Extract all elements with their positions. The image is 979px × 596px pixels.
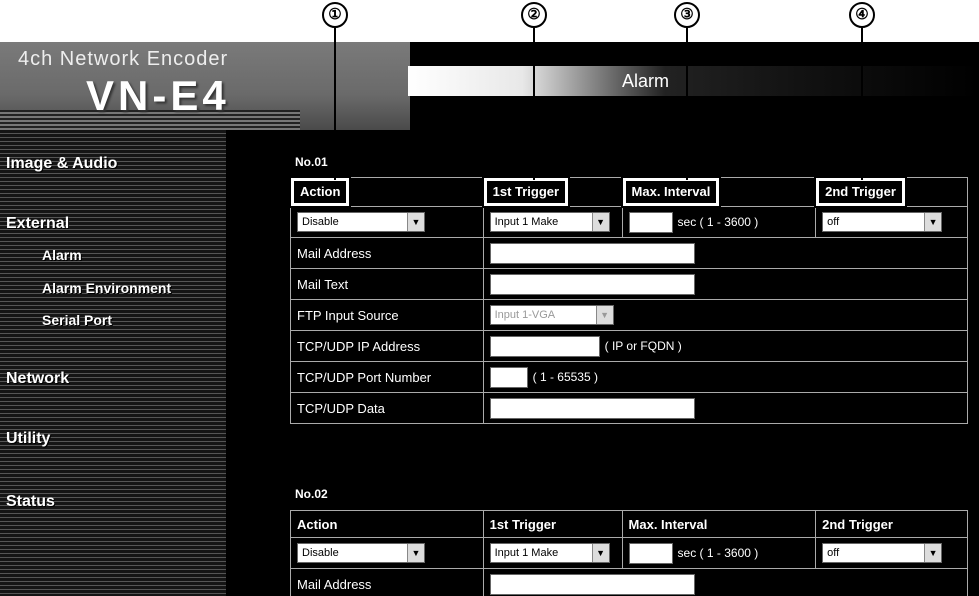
page-title: Alarm bbox=[622, 71, 670, 91]
nav-alarm-environment[interactable]: Alarm Environment bbox=[38, 279, 176, 297]
nav-status[interactable]: Status bbox=[2, 492, 59, 512]
col-second-trigger: 2nd Trigger bbox=[814, 176, 968, 208]
table-row: TCP/UDP Port Number ( 1 - 65535 ) bbox=[290, 361, 969, 393]
ftp-input-source-select[interactable]: Input 1-VGA ▼ bbox=[489, 305, 614, 325]
col-action: Action bbox=[288, 176, 484, 208]
mail-address-label: Mail Address bbox=[290, 568, 484, 596]
chevron-down-icon: ▼ bbox=[924, 544, 942, 562]
callout-4-leader bbox=[861, 28, 863, 180]
nav-alarm[interactable]: Alarm bbox=[38, 246, 86, 264]
action-select[interactable]: Disable ▼ bbox=[297, 212, 425, 232]
col-max-interval: Max. Interval bbox=[621, 510, 817, 538]
ip-hint: ( IP or FQDN ) bbox=[604, 339, 682, 353]
chevron-down-icon: ▼ bbox=[407, 544, 424, 562]
ip-address-input[interactable] bbox=[489, 335, 600, 357]
col-action: Action bbox=[290, 510, 484, 538]
second-trigger-select[interactable]: off ▼ bbox=[822, 212, 943, 232]
section-1-label: No.01 bbox=[295, 155, 328, 169]
port-hint: ( 1 - 65535 ) bbox=[532, 370, 598, 384]
alarm-table-2: Action 1st Trigger Max. Interval 2nd Tri… bbox=[290, 510, 969, 596]
page-title-bar bbox=[408, 66, 979, 96]
action-select[interactable]: Disable ▼ bbox=[297, 543, 425, 563]
nav-external[interactable]: External bbox=[2, 214, 74, 234]
ip-address-label: TCP/UDP IP Address bbox=[290, 330, 484, 362]
callout-1: ① bbox=[322, 2, 348, 28]
nav-utility[interactable]: Utility bbox=[2, 429, 55, 449]
table-row: Mail Address bbox=[290, 568, 969, 596]
second-trigger-select[interactable]: off ▼ bbox=[822, 543, 943, 563]
table-row: TCP/UDP IP Address ( IP or FQDN ) bbox=[290, 330, 969, 362]
mail-address-label: Mail Address bbox=[290, 237, 484, 269]
table-row: Disable ▼ Input 1 Make ▼ sec ( 1 - 3600 ) … bbox=[290, 206, 968, 238]
col-first-trigger: 1st Trigger bbox=[482, 510, 623, 538]
col-first-trigger: 1st Trigger bbox=[481, 176, 623, 208]
device-model: VN-E4 bbox=[86, 72, 230, 119]
table-header-row: Action 1st Trigger Max. Interval 2nd Tri… bbox=[290, 510, 968, 538]
chevron-down-icon: ▼ bbox=[407, 213, 424, 231]
col-second-trigger: 2nd Trigger bbox=[815, 510, 968, 538]
mail-address-input[interactable] bbox=[489, 242, 695, 264]
table-row: Mail Address bbox=[290, 237, 969, 269]
device-subtitle: 4ch Network Encoder bbox=[18, 48, 229, 70]
first-trigger-select[interactable]: Input 1 Make ▼ bbox=[489, 212, 610, 232]
port-number-input[interactable] bbox=[489, 366, 528, 388]
section-2-label: No.02 bbox=[295, 487, 328, 501]
nav-serial-port[interactable]: Serial Port bbox=[38, 311, 117, 329]
first-trigger-select[interactable]: Input 1 Make ▼ bbox=[489, 543, 610, 563]
callout-1-leader bbox=[334, 28, 336, 180]
mail-address-input[interactable] bbox=[489, 573, 695, 595]
col-max-interval: Max. Interval bbox=[620, 176, 817, 208]
table-row: Mail Text bbox=[290, 268, 969, 300]
mail-text-label: Mail Text bbox=[290, 268, 484, 300]
tcp-udp-data-input[interactable] bbox=[489, 397, 695, 419]
max-interval-input[interactable] bbox=[628, 211, 673, 233]
ftp-input-source-label: FTP Input Source bbox=[290, 299, 484, 331]
tcp-udp-data-label: TCP/UDP Data bbox=[290, 392, 484, 424]
callout-2-leader bbox=[533, 28, 535, 180]
table-row: Disable ▼ Input 1 Make ▼ sec ( 1 - 3600 ) … bbox=[290, 537, 968, 569]
interval-unit: sec ( 1 - 3600 ) bbox=[677, 546, 759, 560]
chevron-down-icon: ▼ bbox=[591, 213, 609, 231]
callout-3: ③ bbox=[674, 2, 700, 28]
table-header-row: Action 1st Trigger Max. Interval 2nd Tri… bbox=[288, 176, 968, 208]
callout-3-leader bbox=[686, 28, 688, 180]
alarm-table-1: Action 1st Trigger Max. Interval 2nd Tri… bbox=[288, 176, 969, 424]
chevron-down-icon: ▼ bbox=[595, 306, 613, 324]
callout-2: ② bbox=[521, 2, 547, 28]
max-interval-input[interactable] bbox=[628, 542, 673, 564]
mail-text-input[interactable] bbox=[489, 273, 695, 295]
callout-4: ④ bbox=[849, 2, 875, 28]
page: ① ② ③ ④ 4ch Network Encoder VN-E4 Alarm … bbox=[0, 0, 979, 596]
chevron-down-icon: ▼ bbox=[591, 544, 609, 562]
chevron-down-icon: ▼ bbox=[924, 213, 942, 231]
nav-image-audio[interactable]: Image & Audio bbox=[2, 154, 122, 174]
table-row: TCP/UDP Data bbox=[290, 392, 969, 424]
table-row: FTP Input Source Input 1-VGA ▼ bbox=[290, 299, 969, 331]
port-number-label: TCP/UDP Port Number bbox=[290, 361, 484, 393]
interval-unit: sec ( 1 - 3600 ) bbox=[677, 215, 759, 229]
nav-network[interactable]: Network bbox=[2, 369, 74, 389]
